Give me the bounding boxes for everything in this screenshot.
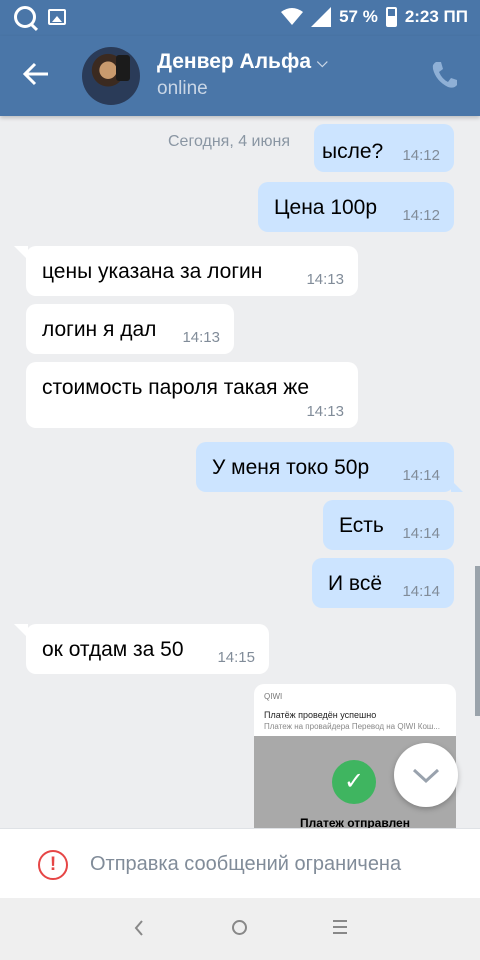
chevron-down-icon: ⌵ [317, 53, 328, 70]
nav-back-icon [134, 920, 143, 936]
signal-icon [311, 7, 332, 27]
date-separator: Сегодня, 4 июня [160, 128, 298, 156]
message-time: 14:12 [402, 147, 440, 164]
message-time: 14:15 [217, 649, 255, 666]
back-button[interactable] [22, 60, 56, 92]
message-text: цены указана за логин [42, 260, 263, 283]
message-text: У меня токо 50р [212, 456, 370, 479]
call-button[interactable] [430, 60, 458, 90]
message-in[interactable]: цены указана за логин 14:13 [14, 246, 358, 296]
message-text: стоимость пароля такая же [42, 376, 310, 399]
message-out[interactable]: У меня токо 50р 14:14 [196, 442, 463, 492]
chevron-down-icon [412, 768, 440, 784]
message-out[interactable]: ысле? 14:12 [314, 124, 454, 172]
restricted-text: Отправка сообщений ограничена [90, 853, 402, 875]
message-out[interactable]: И всё 14:14 [312, 558, 454, 608]
message-text: ок отдам за 50 [42, 638, 184, 661]
message-time: 14:14 [402, 525, 440, 542]
clock: 2:23 ПП [404, 7, 468, 26]
nav-recents-button[interactable] [333, 920, 347, 936]
message-out[interactable]: Цена 100р 14:12 [258, 182, 454, 232]
image-notification-icon [48, 9, 66, 25]
battery-icon [385, 7, 397, 27]
nav-home-button[interactable] [232, 920, 247, 935]
phone-icon [432, 62, 457, 88]
message-time: 14:12 [402, 207, 440, 224]
scrollbar[interactable] [475, 566, 480, 716]
message-in[interactable]: ок отдам за 50 14:15 [14, 624, 269, 674]
avatar[interactable] [82, 47, 140, 105]
qiwi-notification-icon [14, 6, 36, 28]
checkmark-icon: ✓ [332, 760, 376, 804]
contact-status: online [157, 78, 208, 99]
message-out[interactable]: Есть 14:14 [323, 500, 454, 550]
system-nav-bar [0, 898, 480, 960]
arrow-left-icon [22, 62, 48, 86]
message-in[interactable]: стоимость пароля такая же 14:13 [26, 362, 358, 428]
receipt-title: Платёж проведён успешно [264, 710, 377, 720]
message-time: 14:14 [402, 467, 440, 484]
receipt-sent-label: Платеж отправлен [300, 816, 410, 828]
nav-back-button[interactable] [131, 917, 147, 939]
message-list[interactable]: Сегодня, 4 июня ысле? 14:12 Цена 100р 14… [0, 116, 480, 828]
message-time: 14:14 [402, 583, 440, 600]
receipt-subtitle: Платеж на провайдера Перевод на QIWI Кош… [264, 722, 440, 731]
scroll-down-button[interactable] [394, 743, 458, 807]
status-bar: 57 % 2:23 ПП [0, 0, 480, 36]
qiwi-logo: QIWI [264, 692, 283, 701]
message-time: 14:13 [306, 403, 344, 420]
battery-percent: 57 % [339, 7, 378, 26]
composer-restricted-banner: ! Отправка сообщений ограничена [0, 828, 480, 898]
message-text: Цена 100р [274, 196, 378, 219]
chat-header: Денвер Альфа ⌵ online [0, 36, 480, 116]
message-time: 14:13 [306, 271, 344, 288]
warning-icon: ! [38, 850, 68, 880]
message-text: ысле? [322, 140, 384, 163]
wifi-icon [281, 8, 304, 25]
message-text: логин я дал [42, 318, 157, 341]
message-text: И всё [328, 572, 383, 595]
contact-name[interactable]: Денвер Альфа ⌵ [157, 50, 328, 74]
message-time: 14:13 [182, 329, 220, 346]
message-text: Есть [339, 514, 384, 537]
message-in[interactable]: логин я дал 14:13 [26, 304, 234, 354]
contact-name-text: Денвер Альфа [157, 50, 312, 73]
